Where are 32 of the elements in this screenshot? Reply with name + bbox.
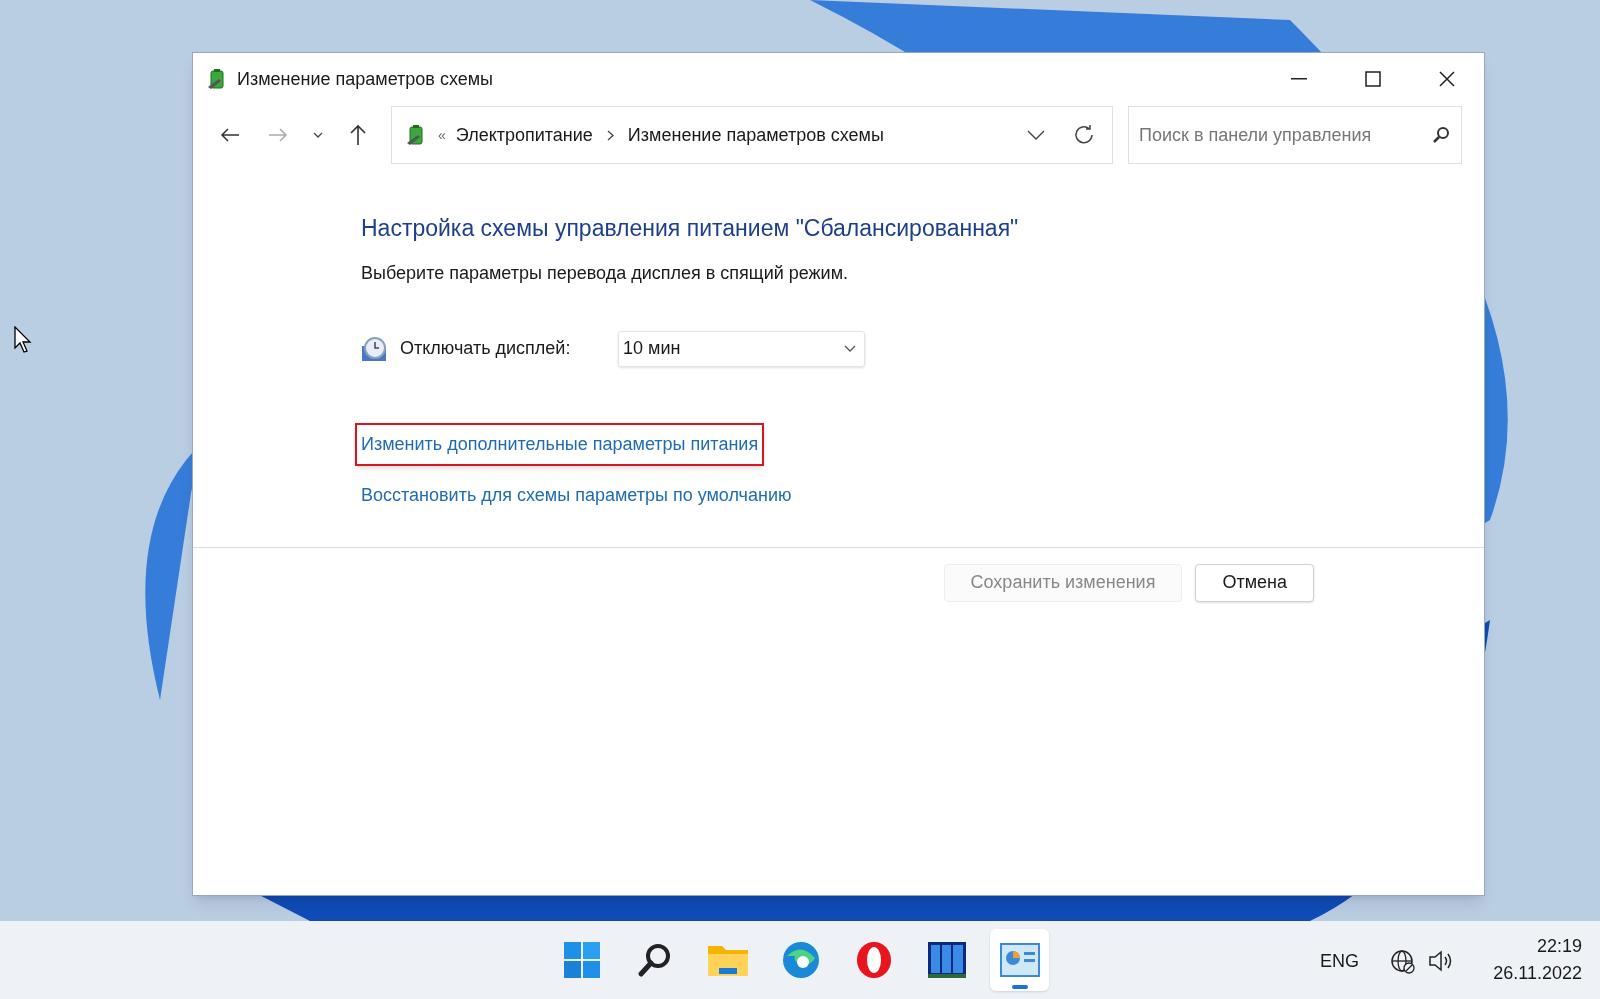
- description-text: Выберите параметры перевода дисплея в спящий режим.: [361, 261, 850, 285]
- forward-arrow-icon: [268, 127, 288, 143]
- search-field[interactable]: Поиск в панели управления: [1128, 106, 1462, 164]
- chevron-icon: [606, 129, 614, 141]
- breadcrumb-overflow[interactable]: «: [438, 124, 446, 146]
- setting-label: Отключать дисплей:: [400, 337, 572, 360]
- link[interactable]: Изменить дополнительные параметры питания: [355, 422, 765, 466]
- search-icon: [1432, 126, 1450, 144]
- mouse-cursor-icon: [14, 326, 34, 354]
- link[interactable]: Восстановить для схемы параметры по умолчанию: [355, 473, 798, 517]
- page-heading: Настройка схемы управления питанием "Сбалансированная": [361, 214, 1020, 243]
- close-icon: [1439, 71, 1455, 87]
- maximize-icon: [1365, 71, 1381, 87]
- globe-icon[interactable]: [1390, 949, 1416, 975]
- minimize-icon: [1291, 78, 1307, 80]
- chart-window-icon[interactable]: [990, 929, 1049, 991]
- dialog-button[interactable]: Отмена: [1195, 563, 1314, 602]
- caret-icon: [1027, 130, 1045, 140]
- address-bar[interactable]: « Электропитание Изменение параметров схемы: [391, 106, 1113, 164]
- clock-date[interactable]: 26.11.2022: [1493, 960, 1582, 987]
- caret-icon: [313, 132, 323, 138]
- language-indicator[interactable]: ENG: [1320, 948, 1359, 975]
- clock-monitor-icon: [361, 335, 387, 362]
- dropdown[interactable]: 10 мин: [618, 330, 865, 367]
- breadcrumb-item[interactable]: Электропитание: [455, 121, 593, 149]
- refresh-icon: [1073, 124, 1095, 146]
- caret-icon: [844, 345, 856, 352]
- breadcrumb-item[interactable]: Изменение параметров схемы: [627, 121, 884, 149]
- clock-time[interactable]: 22:19: [1536, 933, 1582, 960]
- back-arrow-icon: [220, 127, 240, 143]
- window-title: Изменение параметров схемы: [237, 67, 494, 91]
- up-arrow-icon: [349, 124, 367, 146]
